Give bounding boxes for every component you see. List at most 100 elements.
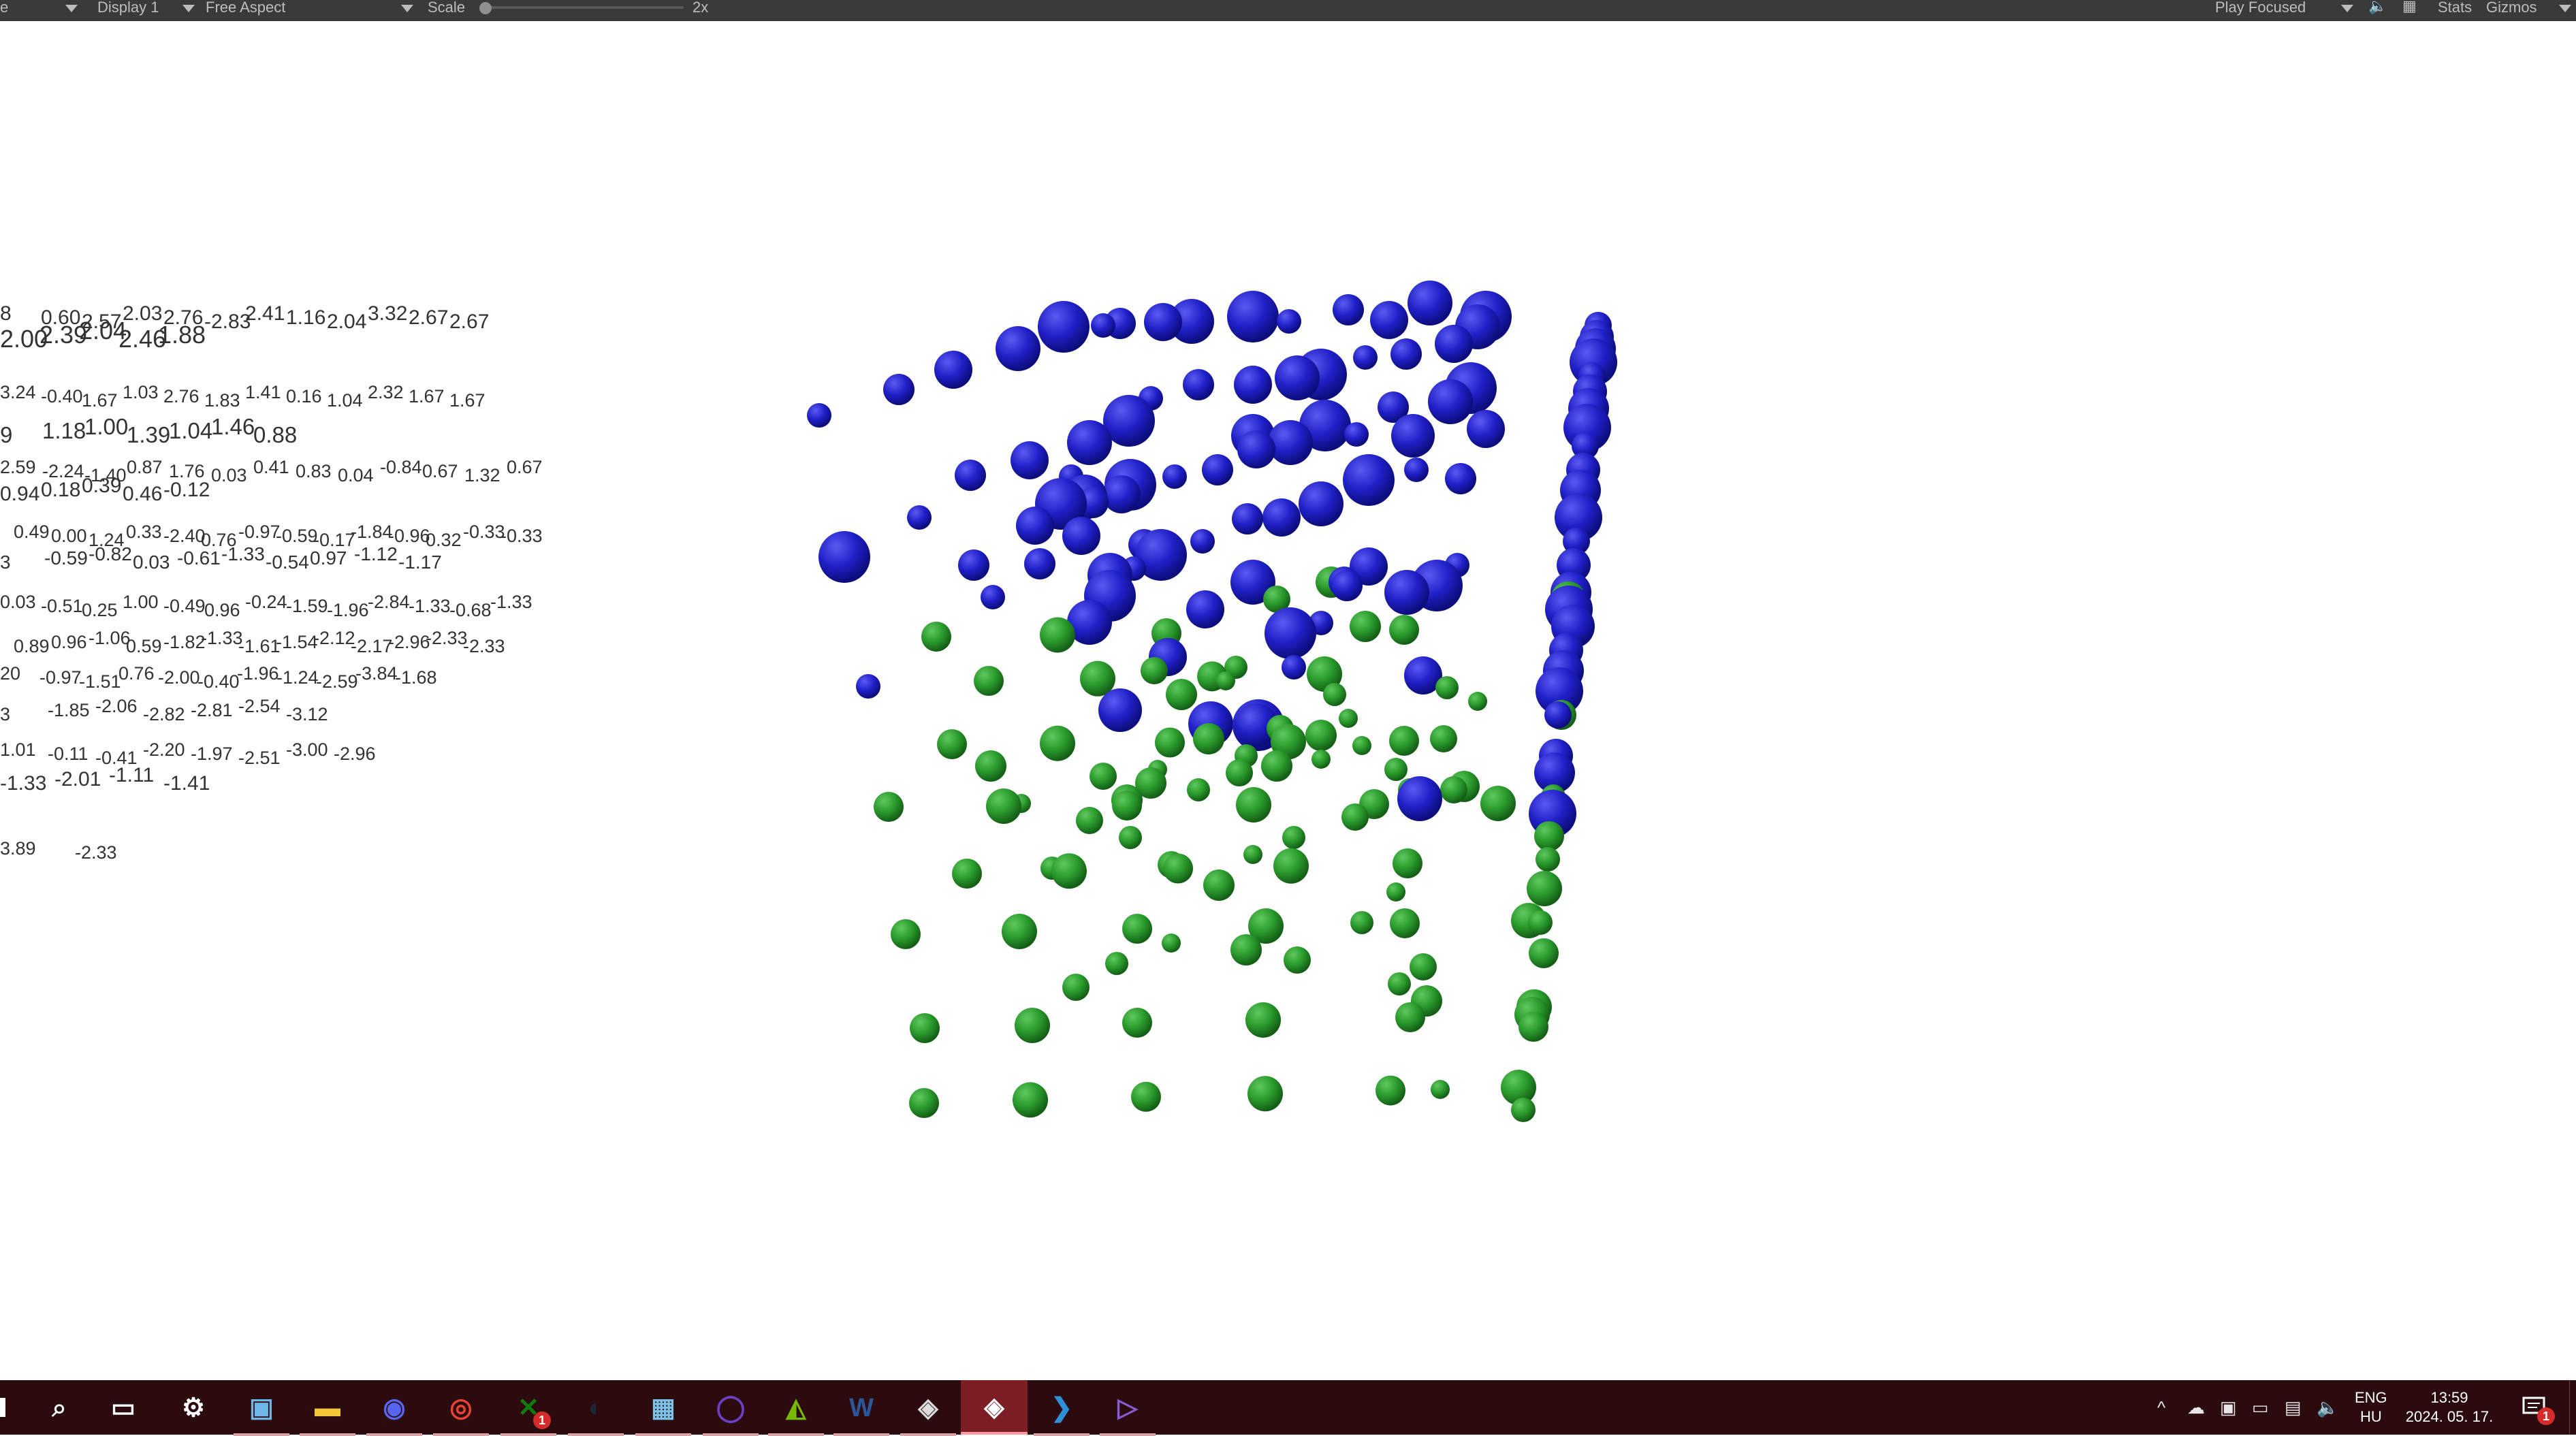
green-sphere: [937, 729, 967, 759]
search-icon: ⌕: [52, 1394, 67, 1422]
blue-sphere: [955, 460, 986, 491]
taskbar-github-desktop-button[interactable]: ◯: [703, 1388, 759, 1436]
green-sphere: [1518, 1012, 1548, 1042]
network-icon[interactable]: ▤: [2285, 1397, 2302, 1418]
number-label: -0.49: [163, 596, 206, 616]
axis-number-labels: 8 0.60 2.57 2.03 2.76 -2.832.41 1.16 2.04 3.32 2.…: [0, 302, 543, 863]
blue-sphere: [1237, 430, 1275, 468]
number-label: -1.17: [398, 552, 442, 573]
green-sphere: [1390, 908, 1420, 938]
blue-sphere: [1268, 420, 1313, 465]
file-explorer-icon: ▬: [315, 1394, 340, 1422]
battery-icon[interactable]: ▭: [2252, 1397, 2269, 1418]
number-label: 1.83: [204, 390, 240, 411]
show-desktop-button[interactable]: [2569, 1380, 2576, 1435]
game-viewport[interactable]: 8 0.60 2.57 2.03 2.76 -2.83 2.41 1.16 2.04 3.32 2.…: [0, 21, 2576, 1380]
taskbar-word-button[interactable]: W: [833, 1388, 889, 1436]
number-label: -2.81: [191, 700, 233, 720]
green-sphere: [1155, 727, 1185, 758]
green-sphere: [1187, 778, 1210, 801]
input-language-indicator[interactable]: ENG HU: [2355, 1388, 2387, 1426]
blue-sphere: [1544, 701, 1572, 729]
green-sphere: [1273, 848, 1309, 884]
volume-icon[interactable]: 🔈: [2317, 1397, 2338, 1418]
number-label: 0.49: [14, 522, 50, 542]
blue-sphere: [1370, 301, 1408, 339]
number-label: -1.33: [221, 543, 265, 564]
taskbar-file-explorer-button[interactable]: ▬: [300, 1388, 355, 1436]
blue-sphere: [981, 585, 1005, 609]
number-label: 3: [0, 552, 11, 573]
onedrive-icon[interactable]: ☁: [2187, 1397, 2205, 1418]
blue-sphere: [1277, 309, 1301, 334]
taskbar-discord-button[interactable]: ◉: [366, 1388, 422, 1436]
number-label: -0.12: [163, 479, 210, 501]
number-label: 1.00: [123, 592, 159, 612]
taskbar-vscode-button[interactable]: ❯: [1034, 1388, 1090, 1436]
chrome-icon: ◎: [449, 1394, 473, 1422]
number-label: 0.97: [310, 547, 347, 569]
blue-sphere: [1186, 590, 1224, 628]
system-clock[interactable]: 13:59 2024. 05. 17.: [2402, 1388, 2496, 1426]
green-sphere: [1384, 758, 1408, 781]
number-label: 1.41: [245, 382, 281, 402]
blue-sphere: [807, 403, 831, 428]
blue-sphere: [1098, 688, 1142, 732]
taskbar-visual-studio-button[interactable]: ▷: [1100, 1388, 1156, 1436]
blue-sphere: [1202, 454, 1233, 485]
green-sphere: [1339, 709, 1358, 728]
notification-center-button[interactable]: 1: [2521, 1395, 2555, 1425]
blue-sphere: [1011, 441, 1049, 479]
blue-sphere: [1428, 379, 1473, 424]
number-label: 0.03: [211, 465, 247, 485]
start-button-edge[interactable]: [0, 1398, 5, 1417]
taskbar-steam-button[interactable]: ◐: [568, 1388, 624, 1436]
number-label: -1.54: [276, 632, 318, 652]
taskbar-calculator-button[interactable]: ▦: [635, 1388, 691, 1436]
green-sphere: [1341, 803, 1369, 831]
number-label: 0.32: [426, 530, 462, 550]
taskbar-control-panel-button[interactable]: ▣: [234, 1388, 289, 1436]
green-sphere: [1528, 910, 1553, 935]
discord-icon: ◉: [383, 1394, 406, 1422]
taskbar-search-button[interactable]: ⌕: [39, 1388, 79, 1428]
number-label: -0.24: [245, 592, 287, 612]
taskbar-nvidia-button[interactable]: ◭: [768, 1388, 824, 1436]
taskbar-task-view-button[interactable]: ▭: [104, 1388, 143, 1428]
green-sphere: [975, 750, 1006, 782]
notification-badge: 1: [2537, 1407, 2555, 1425]
number-label: -2.82: [143, 704, 185, 724]
green-sphere: [1534, 821, 1564, 851]
number-label: 0.67: [422, 461, 458, 481]
number-label: 0.96: [51, 632, 87, 652]
visual-studio-icon: ▷: [1117, 1394, 1138, 1422]
tray-overflow-chevron-icon[interactable]: ^: [2157, 1397, 2165, 1418]
taskbar-unity-hub-button[interactable]: ◈: [900, 1388, 956, 1436]
number-label: 2.59: [0, 457, 36, 477]
green-sphere: [1112, 791, 1142, 820]
taskbar-settings-app-button[interactable]: ⚙: [174, 1388, 213, 1428]
number-label: -2.00: [158, 667, 200, 688]
number-label: -2.51: [238, 748, 281, 768]
number-label: -2.33: [426, 628, 468, 648]
taskbar-unity-editor-button[interactable]: ◈: [961, 1380, 1028, 1435]
blue-sphere: [1343, 454, 1395, 506]
taskbar-xbox-button[interactable]: ✕ 1: [500, 1388, 556, 1436]
taskbar-chrome-button[interactable]: ◎: [433, 1388, 489, 1436]
number-label: -3.12: [286, 704, 328, 724]
green-sphere: [952, 859, 982, 889]
blue-sphere: [1102, 475, 1141, 513]
green-sphere: [1284, 946, 1311, 974]
number-label: -1.68: [395, 667, 437, 688]
green-sphere: [891, 919, 921, 949]
unity-editor-icon: ◈: [984, 1393, 1004, 1422]
windows-taskbar: ⌕ ▭ ⚙ ▣ ▬ ◉ ◎ ✕ 1 ◐ ▦ ◯ ◭ W ◈ ◈ ❯ ▷ ^ ☁ ▣ ▭ ▤ 🔈 ENG HU 13…: [0, 1380, 2576, 1436]
number-label: 0.83: [296, 461, 332, 481]
number-label: 1.16: [286, 306, 325, 329]
number-label: 2.67: [409, 306, 448, 329]
security-icon[interactable]: ▣: [2220, 1397, 2237, 1418]
github-desktop-icon: ◯: [716, 1394, 746, 1422]
number-label: -0.54: [266, 552, 309, 573]
blue-sphere: [1397, 776, 1442, 821]
number-label: 1.18: [42, 418, 86, 443]
